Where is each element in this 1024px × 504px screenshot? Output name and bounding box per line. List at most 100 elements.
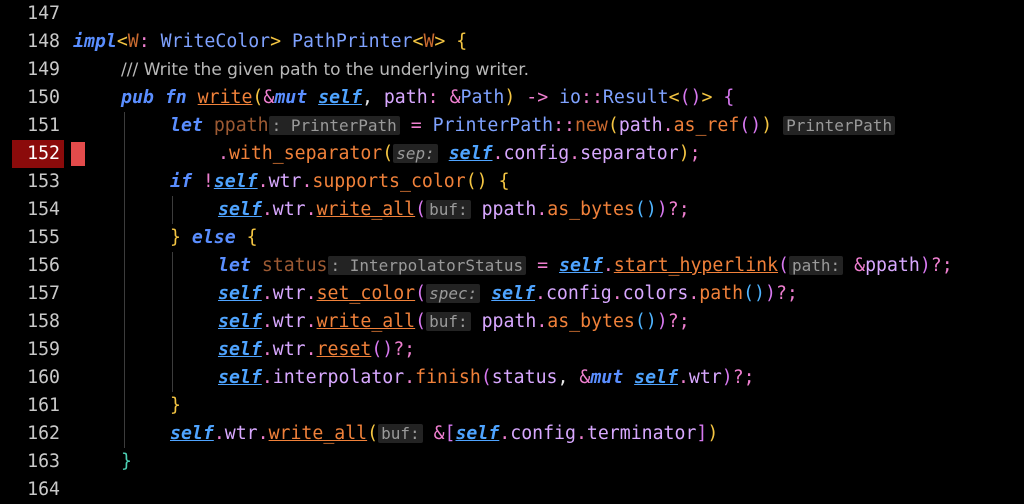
code-line[interactable]: 154 self.wtr.write_all(buf: ppath.as_byt… <box>0 196 1024 224</box>
code-text[interactable]: self.wtr.reset()?; <box>218 336 415 364</box>
code-text[interactable]: } else { <box>170 224 258 252</box>
code-text[interactable]: self.wtr.write_all(buf: ppath.as_bytes()… <box>218 196 690 224</box>
token: , <box>557 367 580 388</box>
token: () <box>634 199 657 220</box>
code-line[interactable]: 163 } <box>0 448 1024 476</box>
code-text[interactable]: impl<W: WriteColor> PathPrinter<W> { <box>73 28 467 56</box>
self-keyword: self <box>318 87 362 108</box>
brace: } <box>121 451 132 472</box>
type-inlay-hint: : PrinterPath <box>268 116 400 135</box>
code-line[interactable]: 150 pub fn write(&mut self, path: &Path)… <box>0 84 1024 112</box>
code-text[interactable]: .with_separator(sep: self.config.separat… <box>218 140 701 168</box>
gutter[interactable]: 157 <box>0 280 68 308</box>
code-text[interactable]: let ppath: PrinterPath = PrinterPath::ne… <box>170 112 896 140</box>
code-line[interactable]: 156 let status: InterpolatorStatus = sel… <box>0 252 1024 280</box>
gutter[interactable]: 161 <box>0 392 68 420</box>
token: ] <box>696 423 708 444</box>
token: ?; <box>775 283 798 304</box>
code-line[interactable]: 157 self.wtr.set_color(spec: self.config… <box>0 280 1024 308</box>
token: > <box>701 87 713 108</box>
line-number: 152 <box>27 143 60 164</box>
method-call: finish <box>415 367 481 388</box>
code-text[interactable]: /// Write the given path to the underlyi… <box>121 56 529 84</box>
gutter[interactable]: 158 <box>0 308 68 336</box>
gutter[interactable]: 153 <box>0 168 68 196</box>
gutter[interactable]: 151 <box>0 112 68 140</box>
brace: { <box>498 171 510 192</box>
token: () <box>465 171 488 192</box>
line-number: 155 <box>27 227 60 248</box>
brace: } <box>170 227 181 248</box>
code-line[interactable]: 148 impl<W: WriteColor> PathPrinter<W> { <box>0 28 1024 56</box>
gutter[interactable]: 162 <box>0 420 68 448</box>
line-number: 161 <box>27 395 60 416</box>
method-call: write_all <box>316 311 416 332</box>
code-line[interactable]: 164 <box>0 476 1024 504</box>
gutter[interactable]: 155 <box>0 224 68 252</box>
token: . <box>569 143 581 164</box>
code-text[interactable]: let status: InterpolatorStatus = self.st… <box>218 252 953 280</box>
code-line[interactable]: 159 self.wtr.reset()?; <box>0 336 1024 364</box>
code-line[interactable]: 147 <box>0 0 1024 28</box>
gutter[interactable]: 154 <box>0 196 68 224</box>
code-text[interactable]: } <box>121 448 132 476</box>
token: . <box>536 311 548 332</box>
field: wtr <box>272 311 306 332</box>
code-editor[interactable]: 147 148 impl<W: WriteColor> PathPrinter<… <box>0 0 1024 504</box>
line-number: 148 <box>27 31 60 52</box>
code-text[interactable]: self.wtr.write_all(buf: &[self.config.te… <box>170 420 718 448</box>
code-line-current[interactable]: 152 .with_separator(sep: self.config.sep… <box>0 140 1024 168</box>
gutter[interactable]: 149 <box>0 56 68 84</box>
code-line[interactable]: 155 } else { <box>0 224 1024 252</box>
gutter[interactable]: 147 <box>0 0 68 28</box>
token: . <box>261 283 273 304</box>
code-text[interactable]: } <box>170 392 181 420</box>
type-name: PathPrinter <box>292 31 413 52</box>
gutter[interactable]: 164 <box>0 476 68 504</box>
code-line[interactable]: 151 let ppath: PrinterPath = PrinterPath… <box>0 112 1024 140</box>
method-call: supports_color <box>312 171 466 192</box>
token: ; <box>689 143 701 164</box>
token: () <box>634 311 657 332</box>
gutter[interactable]: 159 <box>0 336 68 364</box>
token: . <box>662 115 674 136</box>
token: > <box>270 31 293 52</box>
code-line[interactable]: 161 } <box>0 392 1024 420</box>
token: ( <box>480 367 492 388</box>
token: . <box>305 339 317 360</box>
code-text[interactable]: self.wtr.set_color(spec: self.config.col… <box>218 280 798 308</box>
code-text[interactable]: if !self.wtr.supports_color() { <box>170 168 510 196</box>
code-text[interactable]: self.wtr.write_all(buf: ppath.as_bytes()… <box>218 308 690 336</box>
field: config <box>510 423 576 444</box>
gutter[interactable]: 150 <box>0 84 68 112</box>
gutter[interactable]: 148 <box>0 28 68 56</box>
code-text[interactable]: self.interpolator.finish(status, &mut se… <box>218 364 755 392</box>
field: separator <box>580 143 679 164</box>
token: ( <box>367 423 379 444</box>
keyword: mut <box>590 367 624 388</box>
token: ) <box>765 283 776 304</box>
code-line[interactable]: 149 /// Write the given path to the unde… <box>0 56 1024 84</box>
code-line[interactable]: 158 self.wtr.write_all(buf: ppath.as_byt… <box>0 308 1024 336</box>
token: () <box>743 283 766 304</box>
breakpoint-marker[interactable] <box>71 142 85 166</box>
method-call: reset <box>316 339 372 360</box>
code-line[interactable]: 153 if !self.wtr.supports_color() { <box>0 168 1024 196</box>
code-line[interactable]: 160 self.interpolator.finish(status, &mu… <box>0 364 1024 392</box>
code-line[interactable]: 162 self.wtr.write_all(buf: &[self.confi… <box>0 420 1024 448</box>
method-call: write_all <box>268 423 368 444</box>
type-name: PrinterPath <box>432 115 554 136</box>
code-text[interactable]: pub fn write(&mut self, path: &Path) -> … <box>121 84 734 112</box>
gutter[interactable]: 152 <box>0 140 68 168</box>
type-name: WriteColor <box>160 31 271 52</box>
token: . <box>305 311 317 332</box>
gutter[interactable]: 156 <box>0 252 68 280</box>
gutter[interactable]: 163 <box>0 448 68 476</box>
type-param: W <box>127 31 139 52</box>
token: & <box>433 423 445 444</box>
gutter[interactable]: 160 <box>0 364 68 392</box>
